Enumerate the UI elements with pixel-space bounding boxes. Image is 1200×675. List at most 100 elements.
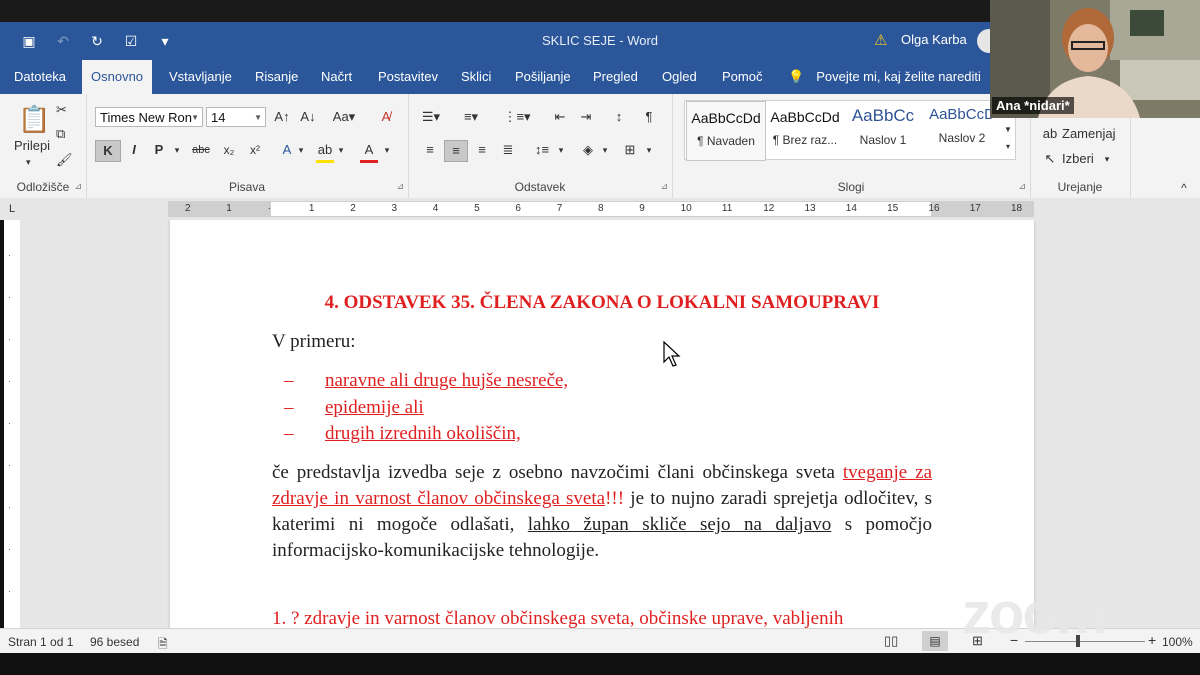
word-count[interactable]: 96 besed [90, 635, 139, 649]
font-color-icon[interactable]: A [360, 140, 378, 163]
cut-icon[interactable]: ✂ [56, 100, 67, 120]
user-name[interactable]: Olga Karba [901, 32, 967, 47]
ruler-tick-label: 2 [350, 203, 356, 214]
font-name-select[interactable]: Times New Ron ▼ [95, 107, 203, 127]
select-icon[interactable]: ↖ [1042, 149, 1058, 169]
align-left-icon[interactable]: ≡ [420, 140, 440, 160]
shrink-font-icon[interactable]: A↓ [298, 107, 318, 127]
style-name: ¶ Navaden [697, 134, 755, 148]
borders-icon[interactable]: ⊞ [620, 140, 640, 160]
tab-posiljanje[interactable]: Pošiljanje [506, 60, 580, 94]
numbering-icon[interactable]: ≡▾ [460, 107, 482, 127]
font-color-dropdown-icon[interactable]: ▾ [382, 140, 392, 160]
customize-qat-icon[interactable]: ▾ [154, 30, 176, 52]
document-page[interactable]: 4. ODSTAVEK 35. ČLENA ZAKONA O LOKALNI S… [170, 220, 1034, 628]
subscript-icon[interactable]: x₂ [220, 140, 238, 160]
increase-indent-icon[interactable]: ⇥ [576, 107, 596, 127]
bullets-icon[interactable]: ☰▾ [420, 107, 442, 127]
align-center-icon[interactable]: ≡ [444, 140, 468, 162]
underline-dropdown-icon[interactable]: ▾ [172, 140, 182, 160]
list-item: – naravne ali druge hujše nesreče, [284, 370, 568, 392]
paste-icon[interactable]: 📋 [18, 104, 50, 134]
tab-datoteka[interactable]: Datoteka [5, 60, 75, 94]
replace-icon[interactable]: ab [1042, 124, 1058, 144]
style-heading-1[interactable]: AaBbCc Naslov 1 [844, 101, 922, 159]
mouse-cursor-icon [663, 341, 681, 367]
tab-nacrt[interactable]: Načrt [312, 60, 361, 94]
touch-mode-icon[interactable]: ☑ [120, 30, 142, 52]
dialog-launcher-icon[interactable]: ⊿ [74, 181, 82, 192]
collapse-ribbon-icon[interactable]: ^ [1176, 178, 1192, 198]
dialog-launcher-icon[interactable]: ⊿ [1018, 181, 1026, 192]
gallery-more-icon[interactable]: ▾ [1003, 137, 1013, 157]
ruler-tick-label: 6 [515, 203, 521, 214]
ruler-tick-label: 8 [598, 203, 604, 214]
style-no-spacing[interactable]: AaBbCcDd ¶ Brez raz... [766, 101, 844, 159]
horizontal-ruler[interactable]: 2 1 · 1 2 3 4 5 6 7 8 9 10 11 12 13 14 15 16 17 18 [168, 201, 1034, 217]
decrease-indent-icon[interactable]: ⇤ [550, 107, 570, 127]
shading-dropdown-icon[interactable]: ▾ [600, 140, 610, 160]
dialog-launcher-icon[interactable]: ⊿ [396, 181, 404, 192]
style-normal[interactable]: AaBbCcDd ¶ Navaden [686, 101, 766, 161]
tab-vstavljanje[interactable]: Vstavljanje [160, 60, 241, 94]
save-icon[interactable]: ▣ [18, 30, 40, 52]
zoom-in-icon[interactable]: + [1148, 632, 1156, 648]
tab-selector-icon[interactable]: L [6, 199, 18, 219]
line-spacing-dropdown-icon[interactable]: ▾ [556, 140, 566, 160]
tab-postavitev[interactable]: Postavitev [369, 60, 447, 94]
highlight-dropdown-icon[interactable]: ▾ [336, 140, 346, 160]
show-marks-icon[interactable]: ¶ [640, 107, 658, 127]
borders-dropdown-icon[interactable]: ▾ [644, 140, 654, 160]
read-mode-icon[interactable]: ▯▯ [884, 633, 898, 649]
paste-label[interactable]: Prilepi [12, 136, 52, 156]
superscript-icon[interactable]: x² [246, 140, 264, 160]
highlight-icon[interactable]: ab [316, 140, 334, 163]
tab-ogled[interactable]: Ogled [653, 60, 706, 94]
italic-button[interactable]: I [125, 140, 143, 160]
tab-sklici[interactable]: Sklici [452, 60, 500, 94]
tell-me-search[interactable]: 💡 Povejte mi, kaj želite narediti [788, 60, 981, 94]
copy-icon[interactable]: ⧉ [56, 124, 65, 144]
format-painter-icon[interactable]: 🖌 [56, 150, 73, 170]
strikethrough-icon[interactable]: abc [190, 140, 212, 160]
undo-icon[interactable]: ↶ [52, 30, 74, 52]
font-size-value: 14 [211, 110, 226, 125]
participant-video[interactable]: Ana *nidari* [990, 0, 1200, 118]
group-clipboard: 📋 Prilepi ▾ ✂ ⧉ 🖌 Odložišče ⊿ [0, 94, 87, 198]
vertical-ruler[interactable]: · · · · · · · · · [4, 220, 21, 628]
tab-pregled[interactable]: Pregled [584, 60, 647, 94]
zoom-level[interactable]: 100% [1162, 635, 1193, 649]
tab-risanje[interactable]: Risanje [246, 60, 307, 94]
shading-icon[interactable]: ◈ [578, 140, 598, 160]
page-count[interactable]: Stran 1 od 1 [8, 635, 73, 649]
clear-formatting-icon[interactable]: A̸ [376, 107, 396, 127]
change-case-icon[interactable]: Aa▾ [330, 107, 358, 127]
underline-button[interactable]: P [150, 140, 168, 160]
ruler-tick-label: · [267, 203, 271, 214]
bold-button[interactable]: K [95, 140, 121, 162]
dialog-launcher-icon[interactable]: ⊿ [660, 181, 668, 192]
warning-icon[interactable]: ⚠ [874, 31, 887, 49]
font-size-select[interactable]: 14 ▼ [206, 107, 266, 127]
justify-icon[interactable]: ≣ [498, 140, 518, 160]
replace-button[interactable]: Zamenjaj [1062, 124, 1115, 144]
tab-pomoc[interactable]: Pomoč [713, 60, 771, 94]
print-layout-icon[interactable]: ▤ [922, 631, 948, 651]
select-dropdown-icon[interactable]: ▾ [1102, 149, 1112, 169]
redo-icon[interactable]: ↻ [86, 30, 108, 52]
style-preview: AaBbCc [851, 106, 915, 125]
text-effects-dropdown-icon[interactable]: ▾ [296, 140, 306, 160]
text-effects-icon[interactable]: A [278, 140, 296, 160]
grow-font-icon[interactable]: A↑ [272, 107, 292, 127]
ruler-tick-label: 3 [391, 203, 398, 214]
multilevel-list-icon[interactable]: ⋮≡▾ [502, 107, 532, 127]
tab-osnovno[interactable]: Osnovno [82, 60, 153, 94]
sort-icon[interactable]: ↕ [610, 107, 628, 127]
body-paragraph: če predstavlja izvedba seje z osebno nav… [272, 460, 932, 564]
ruler-tick-label: 13 [804, 203, 816, 214]
align-right-icon[interactable]: ≡ [472, 140, 492, 160]
paste-dropdown-icon[interactable]: ▾ [26, 152, 31, 172]
line-spacing-icon[interactable]: ↕≡ [530, 140, 554, 160]
select-button[interactable]: Izberi [1062, 149, 1094, 169]
vruler-tick: · [8, 544, 11, 554]
